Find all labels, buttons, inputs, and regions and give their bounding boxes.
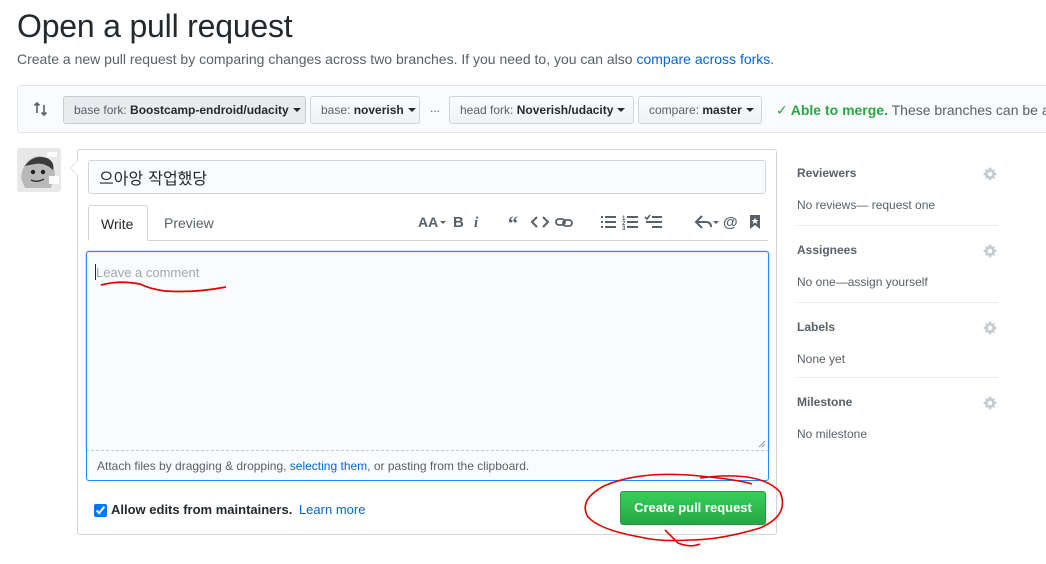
allow-edits-checkbox[interactable] [94,504,107,518]
unordered-list-icon[interactable] [599,212,619,232]
subtitle-text: Create a new pull request by comparing c… [17,51,637,67]
gear-icon[interactable] [982,395,998,411]
chevron-down-icon [745,107,754,112]
chevron-down-icon [407,107,416,112]
bookmark-icon[interactable] [745,212,765,232]
branch-range-bar: base fork: Boostcamp-endroid/udacity bas… [17,85,1046,133]
mention-icon[interactable]: @ [722,212,742,232]
learn-more-link[interactable]: Learn more [299,502,365,517]
check-icon: ✓ [776,102,788,118]
labels-value: None yet [797,352,846,366]
compare-label: compare: [649,103,700,117]
page-subtitle: Create a new pull request by comparing c… [17,51,774,67]
gear-icon[interactable] [982,243,998,259]
compare-across-forks-link[interactable]: compare across forks [636,51,770,67]
gear-icon[interactable] [982,320,998,336]
comment-placeholder: Leave a comment [96,265,200,280]
assignees-none: No one [797,275,836,289]
head-fork-value: Noverish/udacity [516,103,614,117]
assignees-heading: Assignees [797,243,858,257]
svg-text:3: 3 [622,226,626,232]
range-separator: ... [430,101,441,115]
avatar-image [17,148,61,192]
subtitle-end: . [770,51,775,67]
tab-preview[interactable]: Preview [152,205,226,241]
compare-arrows-icon [33,101,48,117]
italic-icon[interactable]: i [468,212,488,232]
quote-icon[interactable]: “ [506,212,526,235]
reviewers-value: No reviews— request one [797,198,998,212]
code-icon[interactable] [530,212,550,232]
pull-request-title-input[interactable] [88,160,766,194]
reply-icon[interactable] [694,212,720,232]
sidebar-divider [797,377,998,378]
attach-text-end: , or pasting from the clipboard. [367,459,530,473]
merge-status-ok: Able to merge. [790,102,888,118]
selecting-them-link[interactable]: selecting them [290,459,367,473]
svg-text:AA: AA [418,214,438,230]
compare-branch-select[interactable]: compare: master [638,96,762,124]
sidebar-divider [797,302,998,303]
gear-icon[interactable] [982,166,998,182]
sidebar-divider [797,225,998,226]
resize-grip-icon[interactable] [758,440,766,448]
head-fork-select[interactable]: head fork: Noverish/udacity [449,96,634,124]
assign-yourself-link[interactable]: —assign yourself [836,275,928,289]
reviewers-heading: Reviewers [797,166,857,180]
link-icon[interactable] [554,212,574,232]
svg-text:B: B [453,214,464,231]
base-value: noverish [353,103,404,117]
base-fork-value: Boostcamp-endroid/udacity [130,103,289,117]
base-fork-label: base fork: [74,103,127,117]
svg-text:i: i [474,215,479,231]
page-title: Open a pull request [17,8,293,44]
compare-value: master [702,103,742,117]
bold-icon[interactable]: B [449,212,469,232]
chevron-down-icon [617,107,626,112]
avatar[interactable] [17,148,61,192]
attach-text: Attach files by dragging & dropping, [97,459,290,473]
chevron-down-icon [292,107,301,112]
svg-text:“: “ [508,213,518,232]
svg-text:@: @ [723,214,738,231]
base-fork-select[interactable]: base fork: Boostcamp-endroid/udacity [63,96,306,124]
milestone-value: No milestone [797,427,868,441]
assignees-value: No one—assign yourself [797,275,998,289]
allow-edits-option: Allow edits from maintainers. Learn more [94,502,365,518]
tab-divider [148,240,768,241]
base-branch-select[interactable]: base: noverish [310,96,420,124]
file-attach-bar[interactable]: Attach files by dragging & dropping, sel… [86,451,769,481]
comment-textarea[interactable]: Leave a comment [86,251,769,451]
assignees-section[interactable]: Assignees No one—assign yourself [797,243,998,289]
reviewers-none: No reviews [797,198,857,212]
create-pull-request-button[interactable]: Create pull request [620,491,766,525]
allow-edits-label: Allow edits from maintainers. [111,502,293,517]
header-icon[interactable]: AA [416,212,446,232]
labels-heading: Labels [797,320,836,334]
task-list-icon[interactable] [644,212,664,232]
head-fork-label: head fork: [460,103,514,117]
request-one-link[interactable]: — request one [856,198,935,212]
base-label: base: [321,103,351,117]
reviewers-section[interactable]: Reviewers No reviews— request one [797,166,998,212]
milestone-section[interactable]: Milestone No milestone [797,395,998,441]
merge-status: ✓ Able to merge. These branches can be au [776,102,1046,119]
labels-section[interactable]: Labels None yet [797,320,998,366]
tab-write[interactable]: Write [88,205,148,241]
ordered-list-icon[interactable]: 123 [621,212,641,232]
pull-request-composer: Write Preview AA B i “ 123 [70,149,777,535]
milestone-heading: Milestone [797,395,853,409]
merge-status-detail: These branches can be au [891,102,1046,118]
